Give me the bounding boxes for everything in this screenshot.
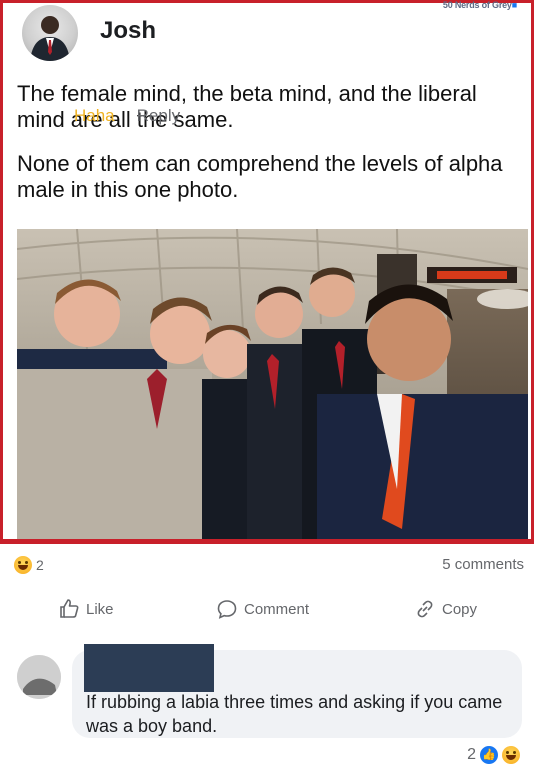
commenter-photo-icon (17, 655, 61, 699)
comment-text: If rubbing a labia three times and askin… (86, 692, 503, 736)
profile-photo-icon (30, 16, 70, 61)
post-photo[interactable] (17, 229, 528, 539)
like-button[interactable]: Like (58, 598, 114, 620)
post-card: 50 Nerds of Grey■ Josh The female mind, … (0, 0, 534, 544)
haha-reaction-link[interactable]: Haha (74, 106, 115, 126)
comment-item: If rubbing a labia three times and askin… (14, 640, 534, 750)
haha-emoji-icon (502, 746, 520, 764)
post-text: The female mind, the beta mind, and the … (17, 81, 522, 221)
reaction-count: 2 (36, 557, 44, 573)
post-reactions[interactable]: 2 (14, 555, 44, 575)
redacted-commenter-name (84, 644, 214, 692)
link-icon (417, 600, 433, 618)
comment-reaction-count: 2 (467, 746, 476, 763)
reply-link[interactable]: Reply (137, 106, 180, 126)
like-badge-icon: 👍 (478, 744, 500, 766)
copy-label: Copy (442, 600, 478, 618)
author-name[interactable]: Josh (100, 17, 156, 45)
haha-emoji-icon (14, 556, 32, 574)
author-avatar[interactable] (22, 5, 78, 61)
comment-bubble-icon (217, 600, 237, 619)
commenter-avatar[interactable] (17, 655, 61, 699)
post-paragraph: None of them can comprehend the levels o… (17, 151, 503, 202)
post-action-bar: Like Comment Copy (0, 590, 534, 632)
comment-button[interactable]: Comment (216, 598, 309, 620)
like-label: Like (86, 600, 114, 618)
comments-count[interactable]: 5 comments (442, 556, 524, 573)
group-photo-image (17, 229, 528, 539)
comment-label: Comment (244, 600, 310, 618)
comment-bubble: If rubbing a labia three times and askin… (72, 644, 522, 738)
copy-button[interactable]: Copy (414, 598, 477, 620)
watermark: 50 Nerds of Grey■ (442, 0, 517, 10)
thumbs-up-icon (60, 599, 79, 618)
comment-reaction-summary[interactable]: 2 👍 (467, 744, 520, 766)
comment-actions: Haha Reply (74, 106, 180, 126)
